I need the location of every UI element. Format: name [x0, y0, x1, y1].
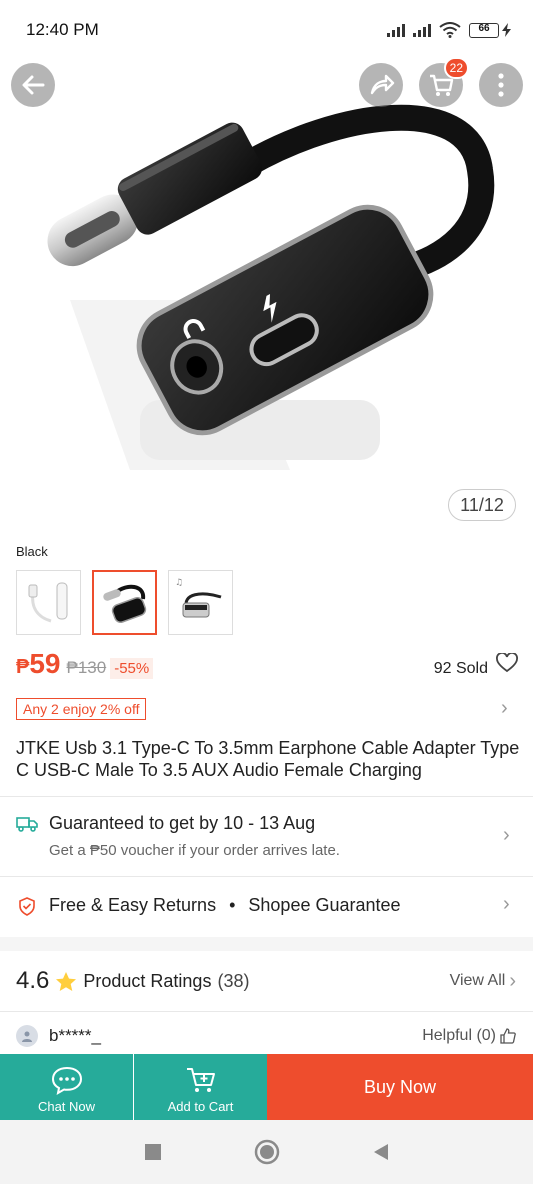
back-triangle-icon[interactable]: [372, 1143, 390, 1161]
black-adapter-thumbnail: [102, 584, 146, 623]
favorite-heart-icon[interactable]: [496, 653, 518, 673]
cart-count-badge: 22: [443, 57, 469, 79]
helpful-button[interactable]: Helpful (0): [422, 1027, 516, 1045]
divider: [0, 796, 533, 797]
avatar: [16, 1025, 38, 1047]
original-price: ₱130: [66, 658, 107, 677]
share-icon: [370, 74, 395, 95]
battery-level: 66: [478, 22, 490, 34]
ratings-title: Product Ratings: [83, 970, 212, 991]
status-bar: 12:40 PM 66: [0, 0, 533, 60]
promo-chevron-right-icon[interactable]: ›: [501, 697, 508, 720]
white-adapter-thumbnail: [28, 582, 67, 622]
battery-indicator: 66: [469, 22, 511, 38]
system-navigation-bar: [0, 1120, 533, 1184]
more-options-button[interactable]: [479, 63, 523, 107]
wifi-icon: [439, 22, 461, 38]
more-vertical-icon: [498, 73, 504, 97]
current-price: 59: [29, 648, 61, 679]
back-arrow-icon: [22, 75, 45, 95]
reviewer-name: b*****_: [49, 1026, 101, 1045]
late-voucher-note: Get a ₱50 voucher if your order arrives …: [49, 842, 340, 859]
returns-guarantee[interactable]: Free & Easy Returns • Shopee Guarantee: [49, 895, 401, 916]
silver-adapter-thumbnail: ♫: [175, 578, 221, 617]
shopee-guarantee-text: Shopee Guarantee: [248, 895, 401, 915]
bottom-action-bar: Chat Now Add to Cart Buy Now: [0, 1054, 533, 1120]
section-gap: [0, 937, 533, 951]
variant-label: Black: [16, 544, 48, 559]
status-time: 12:40 PM: [26, 20, 99, 39]
cart-button[interactable]: 22: [419, 57, 469, 107]
divider: [0, 876, 533, 877]
signal-icon: [387, 23, 405, 37]
status-icons: 66: [387, 22, 511, 38]
promo-tag[interactable]: Any 2 enjoy 2% off: [16, 698, 147, 720]
variant-thumb-black[interactable]: [92, 570, 157, 635]
divider: [0, 1011, 533, 1012]
signal-icon-2: [413, 23, 431, 37]
review-item: b*****_ Helpful (0): [16, 1025, 516, 1047]
price-row: ₱ 59 ₱130 -55% 92 Sold: [16, 648, 518, 680]
view-all-link[interactable]: View All: [450, 972, 506, 990]
variant-thumbnails: ♫: [16, 570, 233, 635]
share-button[interactable]: [359, 63, 403, 107]
star-icon: [56, 971, 77, 991]
variant-thumb-white[interactable]: [16, 570, 81, 635]
delivery-guarantee[interactable]: Guaranteed to get by 10 - 13 Aug: [49, 813, 315, 834]
add-to-cart-button[interactable]: Add to Cart: [134, 1054, 267, 1120]
ratings-count: (38): [217, 970, 250, 991]
shipping-chevron-right-icon[interactable]: ›: [503, 824, 510, 847]
back-button[interactable]: [11, 63, 55, 107]
home-circle-icon[interactable]: [254, 1139, 280, 1165]
variant-thumb-silver[interactable]: ♫: [168, 570, 233, 635]
shield-icon: [19, 897, 35, 916]
charging-bolt-icon: [502, 23, 511, 37]
product-title: JTKE Usb 3.1 Type-C To 3.5mm Earphone Ca…: [16, 738, 520, 780]
chat-now-label: Chat Now: [37, 1099, 96, 1114]
rating-score: 4.6: [16, 967, 50, 994]
returns-separator: •: [229, 895, 236, 915]
user-icon: [22, 1031, 32, 1042]
product-image-carousel[interactable]: 22 11/12: [0, 0, 533, 530]
shipping-truck-icon: [16, 817, 38, 832]
sold-count: 92 Sold: [433, 660, 488, 677]
add-to-cart-label: Add to Cart: [167, 1099, 234, 1114]
returns-text: Free & Easy Returns: [49, 895, 217, 915]
add-to-cart-icon: [186, 1068, 215, 1092]
helpful-label: Helpful (0): [422, 1027, 496, 1044]
returns-chevron-right-icon[interactable]: ›: [503, 893, 510, 916]
currency-symbol: ₱: [16, 656, 30, 678]
chat-icon: [51, 1066, 82, 1095]
buy-now-button[interactable]: Buy Now: [267, 1054, 533, 1120]
ratings-header[interactable]: 4.6 Product Ratings (38) View All ›: [16, 967, 516, 995]
image-counter: 11/12: [448, 489, 516, 521]
chat-now-button[interactable]: Chat Now: [0, 1054, 133, 1120]
svg-text:♫: ♫: [175, 578, 183, 588]
thumbs-up-icon: [500, 1028, 516, 1044]
discount-badge: -55%: [110, 658, 154, 679]
view-all-chevron-right-icon[interactable]: ›: [509, 970, 516, 993]
recent-apps-square-icon[interactable]: [144, 1143, 162, 1161]
